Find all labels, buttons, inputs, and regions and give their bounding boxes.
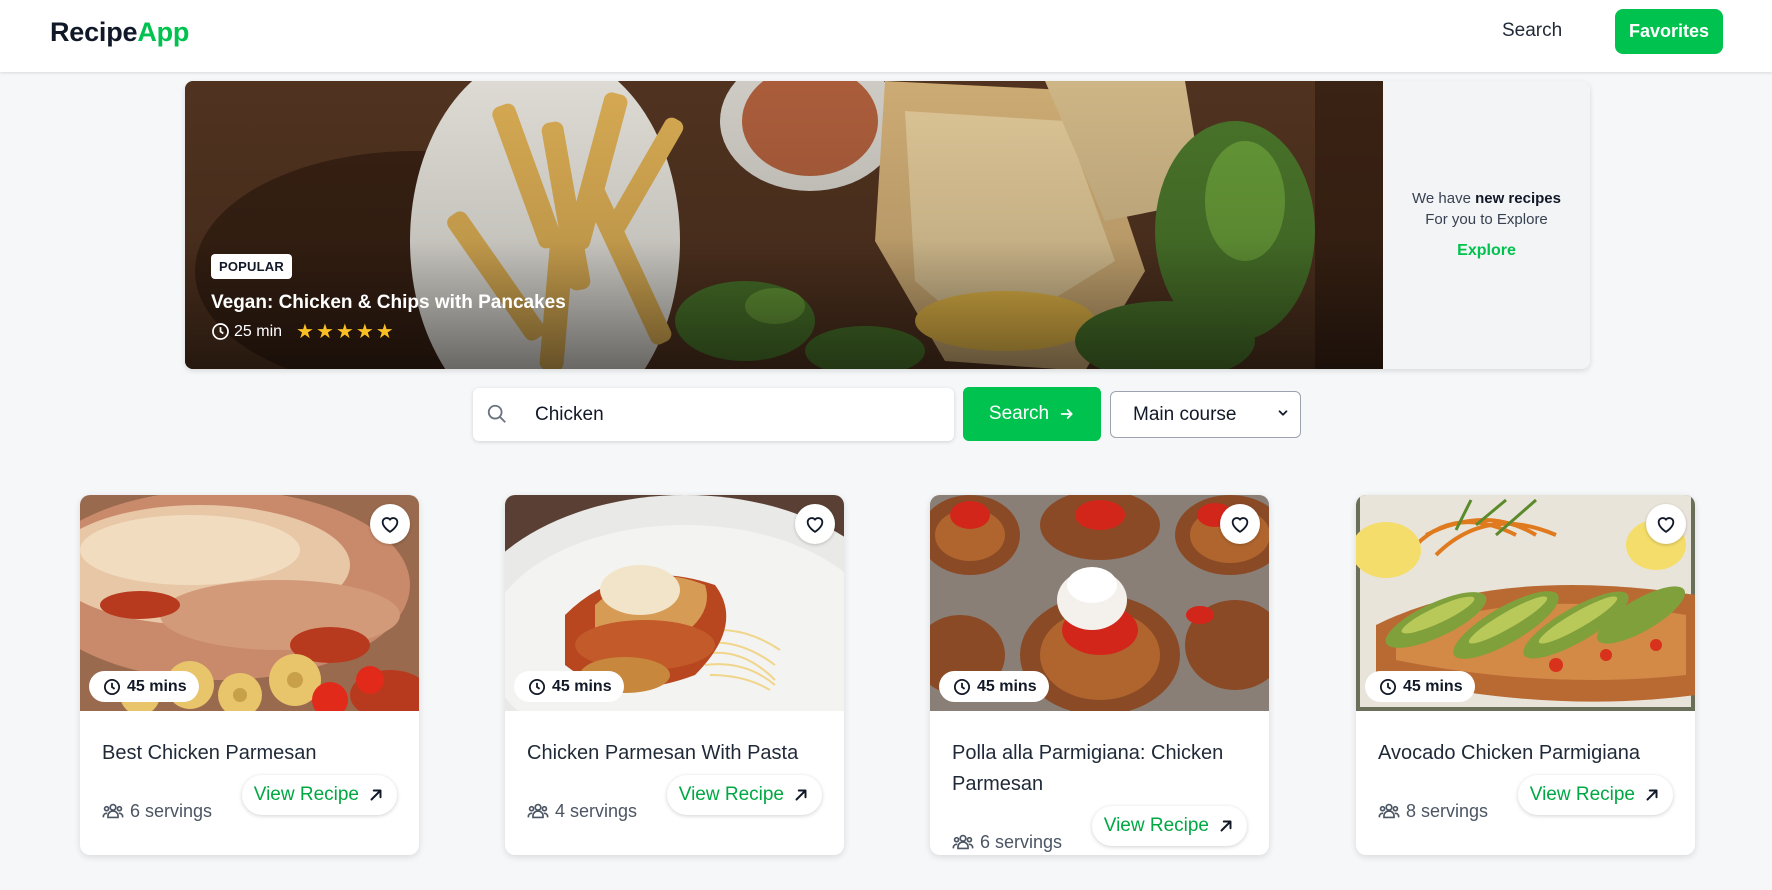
nav-search-link[interactable]: Search bbox=[1502, 20, 1562, 42]
users-icon bbox=[527, 803, 549, 819]
explore-text-prefix: We have bbox=[1412, 190, 1476, 207]
cook-time-badge: 45 mins bbox=[514, 671, 624, 702]
category-select[interactable]: Main course bbox=[1110, 391, 1301, 438]
featured-recipe-title[interactable]: Vegan: Chicken & Chips with Pancakes bbox=[211, 292, 566, 314]
logo-text-app: App bbox=[137, 17, 190, 47]
featured-recipe-banner[interactable]: POPULAR Vegan: Chicken & Chips with Panc… bbox=[185, 81, 1590, 369]
featured-recipe-time: 25 min bbox=[234, 322, 283, 340]
heart-icon bbox=[806, 517, 824, 533]
popular-badge: POPULAR bbox=[211, 254, 292, 279]
rating-stars: ★ ★ ★ ★ ★ bbox=[296, 320, 394, 343]
arrow-up-right-icon bbox=[1220, 820, 1232, 832]
explore-panel: We have new recipes For you to Explore E… bbox=[1383, 81, 1590, 369]
explore-text-line1: We have new recipes bbox=[1412, 190, 1561, 207]
users-icon bbox=[102, 803, 124, 819]
servings-info: 8 servings bbox=[1378, 800, 1488, 822]
heart-icon bbox=[381, 517, 399, 533]
servings-text: 8 servings bbox=[1406, 800, 1489, 821]
clock-icon bbox=[953, 678, 971, 695]
servings-info: 6 servings bbox=[102, 800, 212, 822]
cook-time-text: 45 mins bbox=[977, 677, 1037, 695]
top-navbar: RecipeApp Search Favorites bbox=[0, 0, 1772, 72]
clock-icon bbox=[212, 323, 229, 340]
cook-time-badge: 45 mins bbox=[939, 671, 1049, 702]
arrow-right-icon bbox=[1060, 409, 1073, 419]
featured-recipe-meta: 25 min ★ ★ ★ ★ ★ bbox=[211, 320, 394, 343]
servings-info: 4 servings bbox=[527, 800, 637, 822]
servings-info: 6 servings bbox=[952, 831, 1062, 853]
view-recipe-label: View Recipe bbox=[1529, 784, 1635, 805]
recipe-title[interactable]: Polla alla Parmigiana: Chicken Parmesan bbox=[952, 738, 1252, 800]
star-icon: ★ bbox=[335, 320, 354, 343]
cook-time-badge: 45 mins bbox=[89, 671, 199, 702]
recipe-card[interactable]: 45 mins Avocado Chicken Parmigiana 8 ser… bbox=[1356, 495, 1695, 855]
favorite-heart-button[interactable] bbox=[370, 504, 410, 544]
star-icon: ★ bbox=[315, 320, 334, 343]
view-recipe-button[interactable]: View Recipe bbox=[1517, 775, 1673, 815]
cook-time-badge: 45 mins bbox=[1365, 671, 1475, 702]
servings-text: 4 servings bbox=[555, 800, 638, 821]
star-icon: ★ bbox=[296, 320, 314, 343]
clock-icon bbox=[1379, 678, 1397, 695]
star-icon: ★ bbox=[355, 320, 374, 343]
category-selected-value: Main course bbox=[1133, 403, 1237, 425]
search-input[interactable] bbox=[535, 398, 935, 431]
chevron-down-icon bbox=[1278, 410, 1288, 416]
view-recipe-button[interactable]: View Recipe bbox=[666, 775, 822, 815]
app-logo[interactable]: RecipeApp bbox=[50, 17, 189, 48]
recipe-card[interactable]: 45 mins Polla alla Parmigiana: Chicken P… bbox=[930, 495, 1269, 855]
servings-text: 6 servings bbox=[130, 800, 213, 821]
explore-text-line2: For you to Explore bbox=[1425, 211, 1548, 228]
cook-time-text: 45 mins bbox=[552, 677, 612, 695]
view-recipe-label: View Recipe bbox=[678, 784, 784, 805]
clock-icon bbox=[528, 678, 546, 695]
view-recipe-label: View Recipe bbox=[253, 784, 359, 805]
recipe-card[interactable]: 45 mins Chicken Parmesan With Pasta 4 se… bbox=[505, 495, 844, 855]
arrow-up-right-icon bbox=[795, 789, 807, 801]
recipe-title[interactable]: Chicken Parmesan With Pasta bbox=[527, 738, 827, 769]
logo-text-recipe: Recipe bbox=[50, 17, 138, 47]
recipe-title[interactable]: Best Chicken Parmesan bbox=[102, 738, 402, 769]
explore-link[interactable]: Explore bbox=[1457, 242, 1516, 260]
servings-text: 6 servings bbox=[980, 831, 1063, 852]
users-icon bbox=[952, 834, 974, 850]
search-button[interactable]: Search bbox=[963, 387, 1101, 441]
users-icon bbox=[1378, 803, 1400, 819]
search-icon bbox=[487, 404, 506, 423]
view-recipe-button[interactable]: View Recipe bbox=[241, 775, 397, 815]
view-recipe-label: View Recipe bbox=[1103, 815, 1209, 836]
clock-icon bbox=[103, 678, 121, 695]
arrow-up-right-icon bbox=[1646, 789, 1658, 801]
heart-icon bbox=[1231, 517, 1249, 533]
search-button-label: Search bbox=[988, 403, 1050, 424]
favorites-button[interactable]: Favorites bbox=[1615, 9, 1723, 54]
recipe-title[interactable]: Avocado Chicken Parmigiana bbox=[1378, 738, 1678, 769]
recipe-card[interactable]: 45 mins Best Chicken Parmesan 6 servings… bbox=[80, 495, 419, 855]
explore-text-bold: new recipes bbox=[1475, 190, 1561, 207]
star-icon: ★ bbox=[375, 320, 394, 343]
view-recipe-button[interactable]: View Recipe bbox=[1091, 806, 1247, 846]
cook-time-text: 45 mins bbox=[1403, 677, 1463, 695]
heart-icon bbox=[1657, 517, 1675, 533]
cook-time-text: 45 mins bbox=[127, 677, 187, 695]
search-field-container[interactable] bbox=[473, 388, 954, 441]
favorite-heart-button[interactable] bbox=[795, 504, 835, 544]
favorite-heart-button[interactable] bbox=[1646, 504, 1686, 544]
favorite-heart-button[interactable] bbox=[1220, 504, 1260, 544]
arrow-up-right-icon bbox=[370, 789, 382, 801]
